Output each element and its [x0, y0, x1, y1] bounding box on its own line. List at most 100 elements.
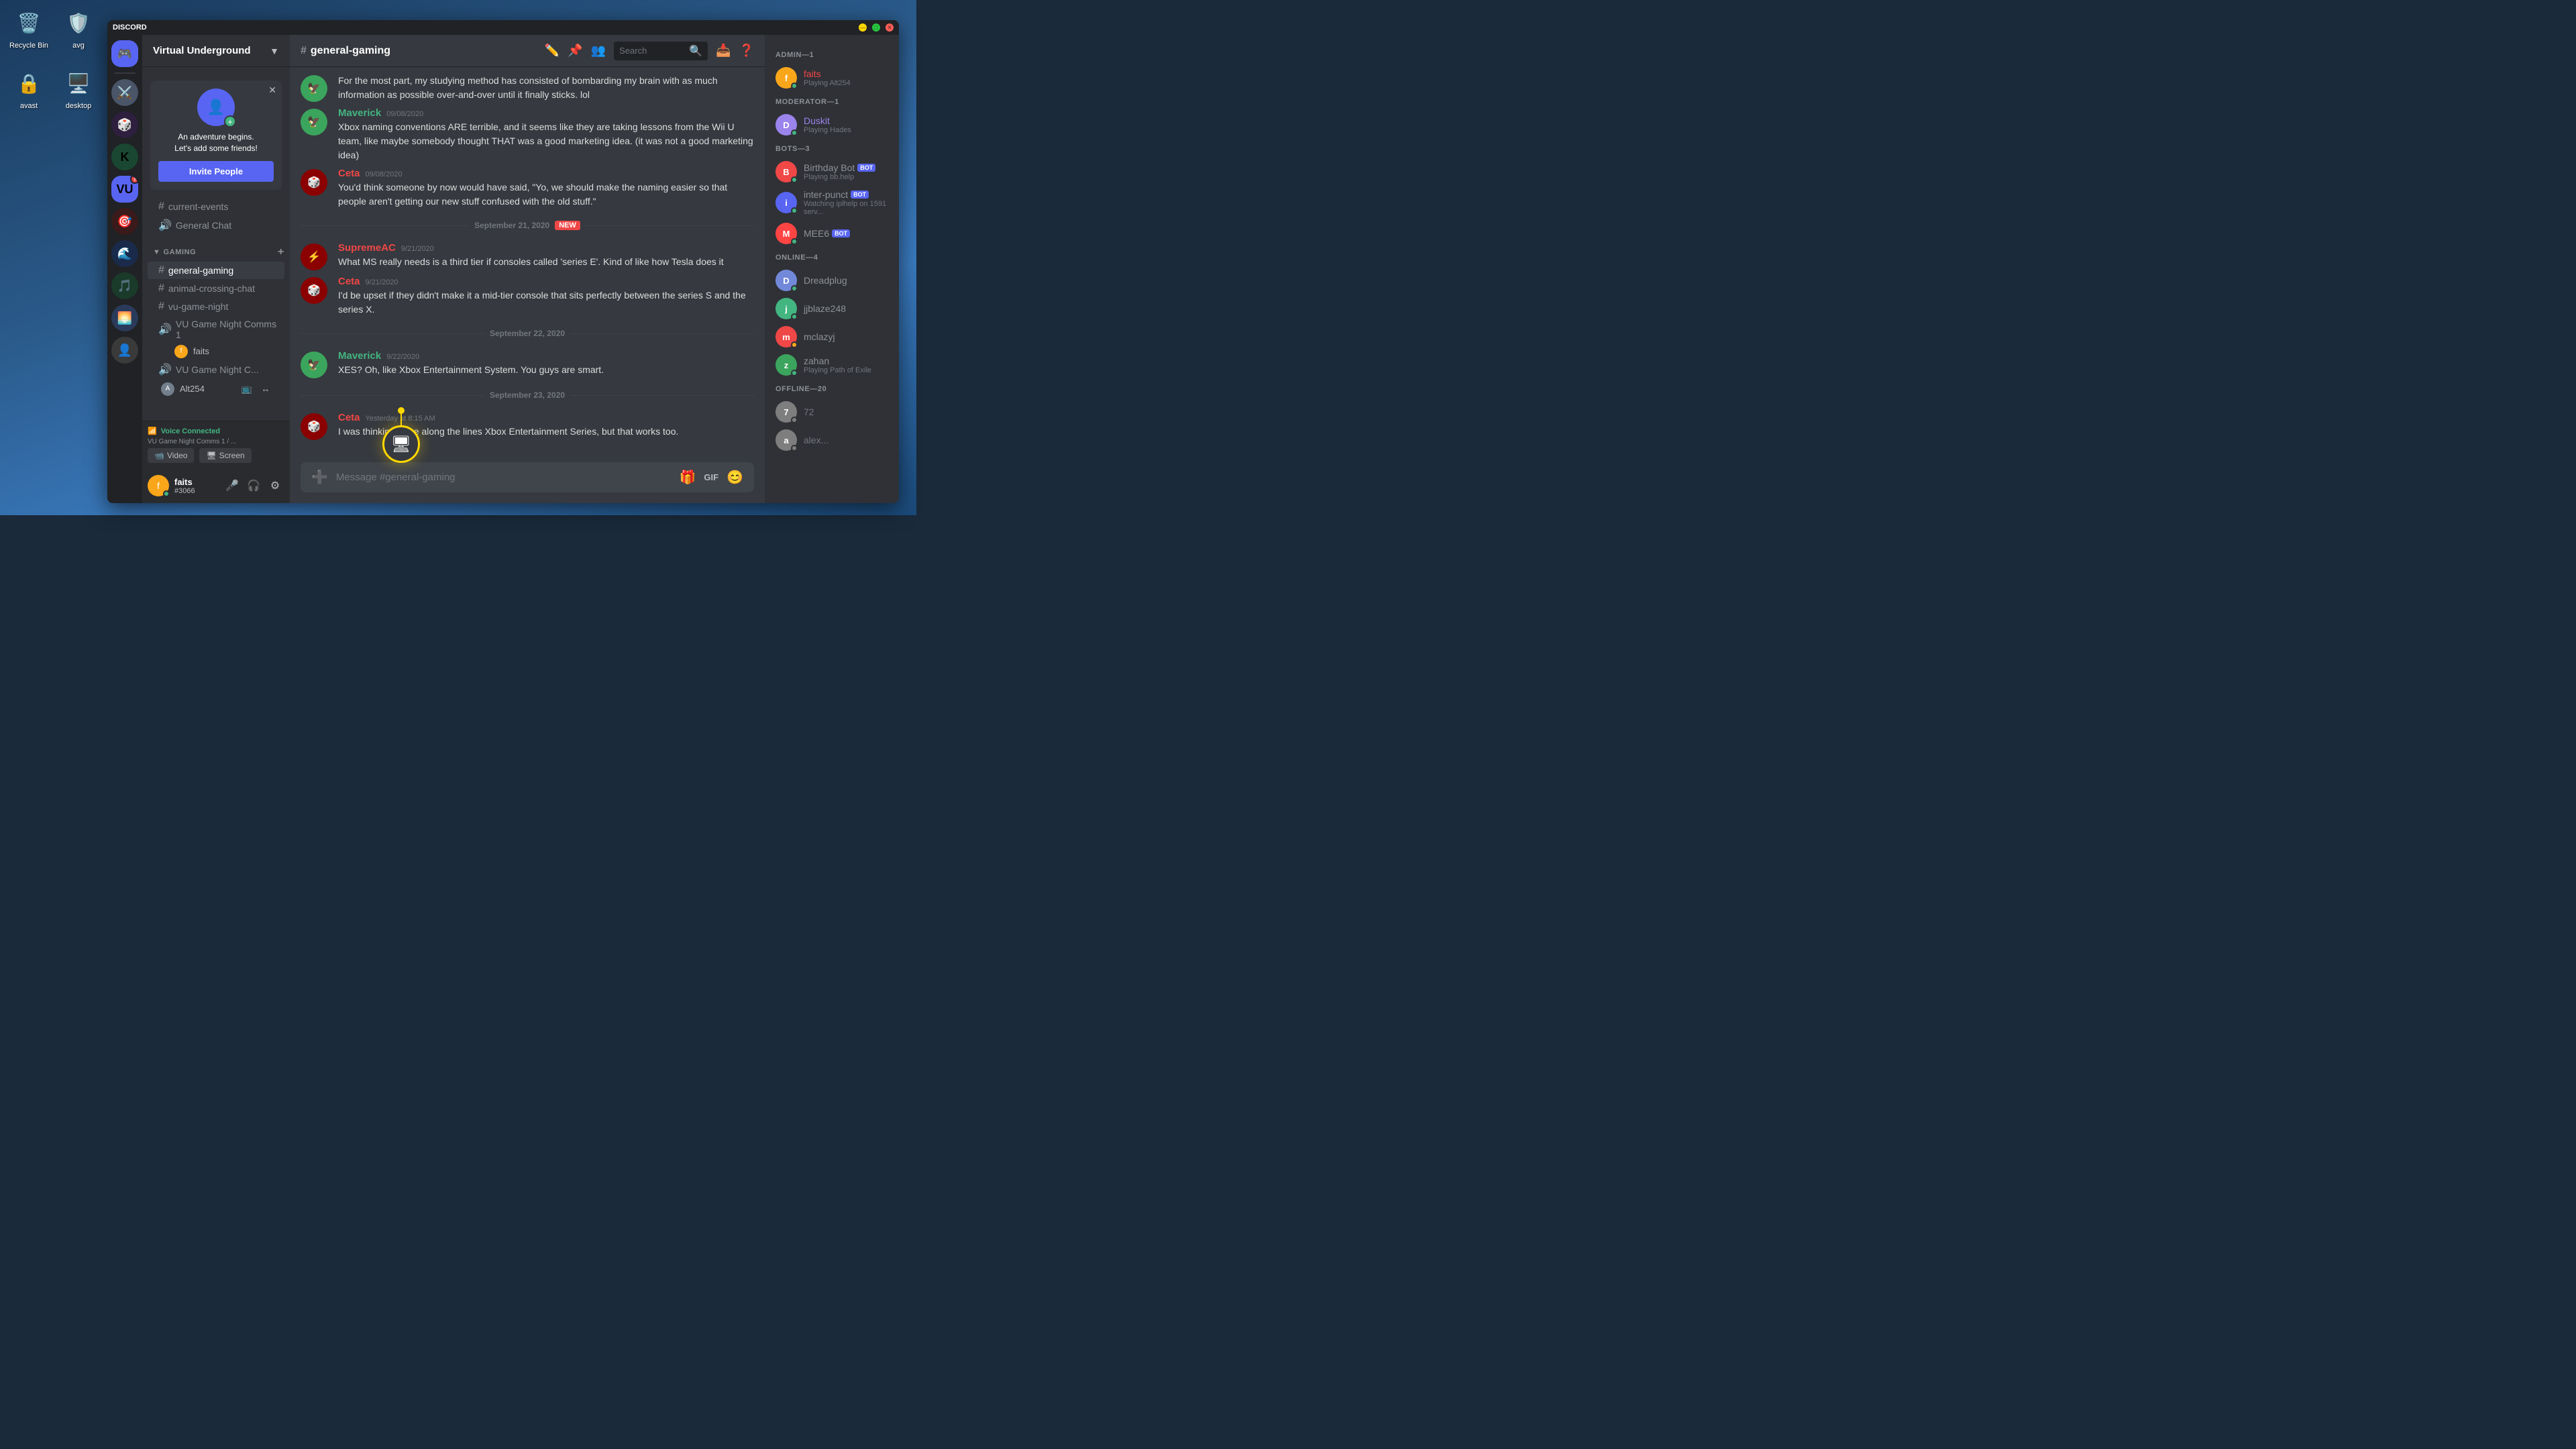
add-channel-button[interactable]: + [278, 246, 284, 258]
voice-connected-panel: 📶 Voice Connected VU Game Night Comms 1 … [142, 421, 290, 468]
bot-badge-birthday: BOT [857, 164, 875, 172]
server-icon-discord-home[interactable]: 🎮 [111, 40, 138, 67]
add-friend-badge: + [224, 115, 236, 127]
date-text-sep23: September 23, 2020 [490, 390, 565, 400]
message-group-3: ⚡ SupremeAC 9/21/2020 What MS really nee… [301, 241, 754, 272]
bot-badge-inter-punct: BOT [851, 191, 869, 199]
server-icon-9[interactable]: 👤 [111, 337, 138, 364]
help-icon[interactable]: ❓ [739, 44, 754, 58]
video-icon: 📹 [154, 451, 164, 460]
current-user-name: faits [174, 477, 217, 487]
message-group-2: 🎲 Ceta 09/08/2020 You'd think someone by… [301, 166, 754, 210]
mute-button[interactable]: 🎤 [223, 476, 241, 495]
server-icon-8[interactable]: 🌅 [111, 305, 138, 331]
invite-people-button[interactable]: Invite People [158, 161, 274, 182]
edit-icon[interactable]: ✏️ [545, 44, 559, 58]
user-info: faits #3066 [174, 477, 217, 495]
member-name-mclazyj: mclazyj [804, 331, 888, 342]
server-icon-7[interactable]: 🎵 [111, 272, 138, 299]
member-item-faits-admin[interactable]: f faits Playing Alt254 [770, 64, 894, 91]
close-button[interactable]: ✕ [885, 23, 894, 32]
status-zahan [791, 370, 798, 376]
msg-avatar-6: 🎲 [301, 413, 327, 440]
minimize-button[interactable]: — [859, 23, 867, 32]
channel-item-general-gaming[interactable]: # general-gaming 👤+ ⚙ [148, 262, 284, 279]
member-item-duskit[interactable]: D Duskit Playing Hades [770, 111, 894, 138]
gif-button[interactable]: GIF [704, 472, 718, 482]
channel-item-general-chat[interactable]: 🔊 General Chat [148, 216, 284, 235]
chat-header: # general-gaming ✏️ 📌 👥 🔍 📥 ❓ [290, 35, 765, 67]
maximize-button[interactable]: □ [872, 23, 880, 32]
member-item-alex[interactable]: a alex... [770, 427, 894, 453]
member-item-birthday-bot[interactable]: B Birthday Bot BOT Playing bb.help [770, 158, 894, 185]
desktop-folder-label: desktop [66, 102, 92, 110]
inbox-icon[interactable]: 📥 [716, 44, 731, 58]
user-panel: f faits #3066 🎤 🎧 ⚙ [142, 468, 290, 503]
add-member-icon[interactable]: 👤+ [253, 265, 269, 276]
server-icon-1[interactable]: ⚔️ [111, 79, 138, 106]
member-item-dreadplug[interactable]: D Dreadplug [770, 267, 894, 294]
server-icon-3[interactable]: K [111, 144, 138, 170]
server-icon-5[interactable]: 🎯 [111, 208, 138, 235]
stream-options-button[interactable]: ↔ [258, 381, 274, 397]
voice-channel-header-1[interactable]: 🔊 VU Game Night Comms 1 [148, 316, 284, 343]
add-attachment-icon[interactable]: ➕ [311, 469, 328, 486]
emoji-icon[interactable]: 😊 [727, 469, 743, 486]
channel-item-animal-crossing[interactable]: # animal-crossing-chat [148, 280, 284, 297]
desktop-icon-recycle-bin[interactable]: 🗑️ Recycle Bin [5, 7, 52, 50]
msg-time-3: 9/21/2020 [401, 245, 434, 253]
server-header[interactable]: Virtual Underground ▼ [142, 35, 290, 67]
member-info-dreadplug: Dreadplug [804, 275, 888, 286]
member-item-zahan[interactable]: z zahan Playing Path of Exile [770, 352, 894, 378]
voice-user-faits[interactable]: f faits [153, 343, 279, 360]
current-user-tag: #3066 [174, 487, 217, 495]
member-item-mee6[interactable]: M MEE6 BOT [770, 220, 894, 247]
server-icon-vu[interactable]: VU ! [111, 176, 138, 203]
member-avatar-jjblaze: j [775, 298, 797, 319]
status-birthday-bot [791, 176, 798, 183]
desktop-icon-avg[interactable]: 🛡️ avg [55, 7, 102, 50]
window-controls: — □ ✕ [859, 23, 894, 32]
stream-user-row-alt254[interactable]: A Alt254 📺 ↔ Stream Alt254 [153, 380, 279, 398]
channel-item-current-events[interactable]: # current-events [148, 198, 284, 215]
new-badge: NEW [555, 221, 580, 230]
member-item-inter-punct[interactable]: i inter-punct BOT Watching iplhelp on 15… [770, 186, 894, 219]
settings-icon[interactable]: ⚙ [271, 265, 279, 276]
voice-channel-header-2[interactable]: 🔊 VU Game Night C... [148, 360, 284, 379]
desktop-icon-desktop[interactable]: 🖥️ desktop [55, 67, 102, 110]
chevron-down-icon: ▼ [270, 46, 279, 56]
member-name-birthday-bot: Birthday Bot [804, 162, 855, 173]
user-settings-button[interactable]: ⚙ [266, 476, 284, 495]
voice-connected-header: 📶 Voice Connected [148, 427, 284, 435]
date-separator-sep22: September 22, 2020 [301, 329, 754, 338]
close-friend-panel-button[interactable]: ✕ [268, 85, 276, 96]
members-icon[interactable]: 👥 [591, 44, 606, 58]
search-input[interactable] [619, 46, 685, 56]
desktop-icon-avast[interactable]: 🔒 avast [5, 67, 52, 110]
pin-icon[interactable]: 📌 [568, 44, 582, 58]
member-name-72: 72 [804, 407, 888, 417]
screen-icon: 🖥 [206, 451, 216, 460]
member-item-72[interactable]: 7 72 [770, 398, 894, 425]
deafen-button[interactable]: 🎧 [244, 476, 263, 495]
screen-share-button[interactable]: 🖥 Screen [199, 448, 251, 463]
channel-item-vu-game-night[interactable]: # vu-game-night [148, 298, 284, 315]
msg-avatar-1: 🦅 [301, 109, 327, 136]
search-box[interactable]: 🔍 [614, 42, 708, 60]
channel-name-current-events: current-events [168, 201, 228, 212]
server-icon-6[interactable]: 🌊 [111, 240, 138, 267]
member-section-bots: BOTS—3 [770, 140, 894, 156]
stream-screen-button[interactable]: 📺 [239, 381, 255, 397]
msg-text-1: Xbox naming conventions ARE terrible, an… [338, 120, 754, 162]
hash-icon: # [301, 45, 307, 57]
member-item-jjblaze[interactable]: j jjblaze248 [770, 295, 894, 322]
server-icon-2[interactable]: 🎲 [111, 111, 138, 138]
gift-icon[interactable]: 🎁 [680, 469, 696, 486]
member-section-offline: OFFLINE—20 [770, 380, 894, 396]
video-button[interactable]: 📹 Video [148, 448, 194, 463]
message-input-box: ➕ 🎁 GIF 😊 [301, 462, 754, 492]
floating-screen-share-button[interactable]: 🖥 [382, 425, 420, 463]
member-status-duskit: Playing Hades [804, 126, 888, 134]
stream-user-avatar: A [161, 382, 174, 396]
member-item-mclazyj[interactable]: m mclazyj [770, 323, 894, 350]
